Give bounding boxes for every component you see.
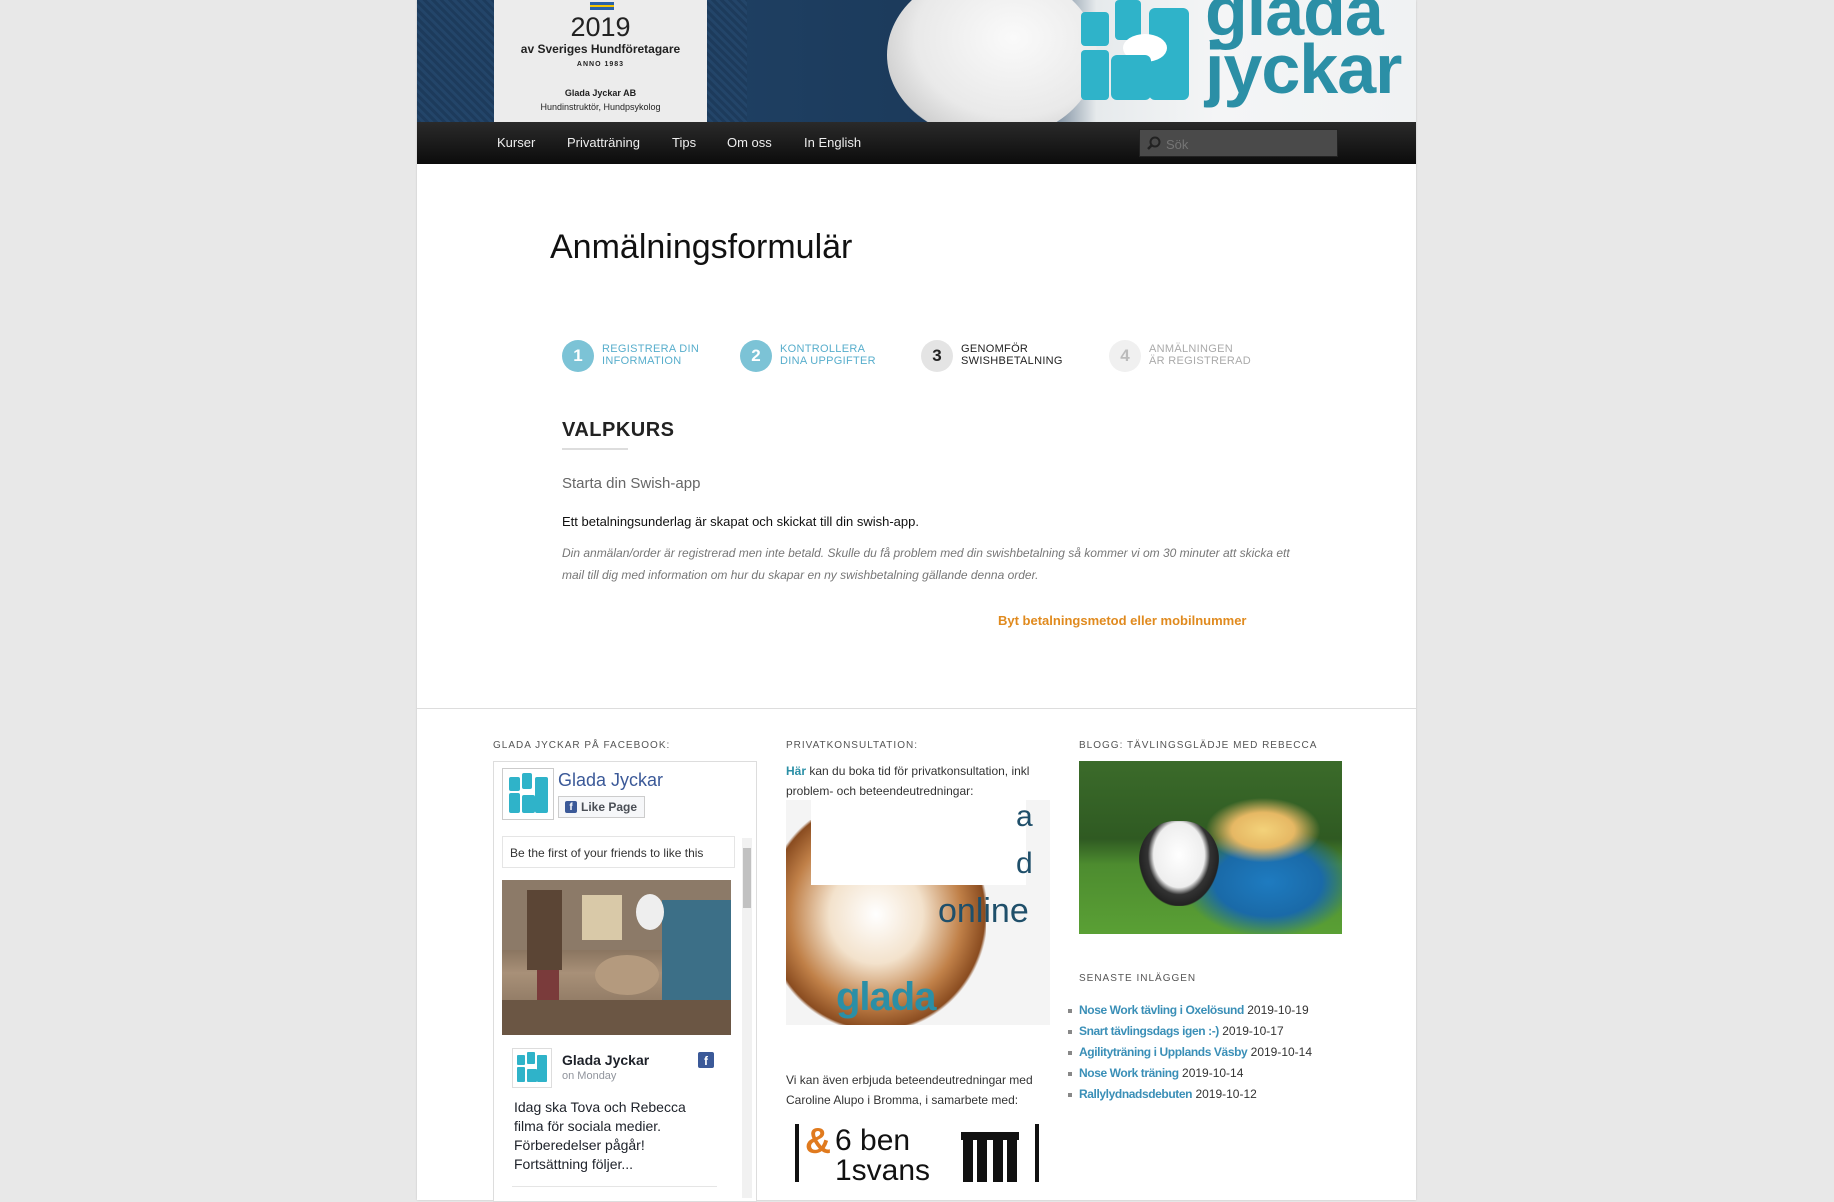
site-logo[interactable]: glada jyckar — [1075, 0, 1405, 122]
post-photo-image — [502, 880, 731, 1035]
post-text: Idag ska Tova och Rebecca filma för soci… — [514, 1099, 686, 1172]
private-widget-title: PRIVATKONSULTATION: — [786, 740, 918, 751]
nav-item-om-oss[interactable]: Om oss — [727, 135, 772, 150]
list-item: Nose Work träning 2019-10-14 — [1067, 1063, 1312, 1084]
step-number: 1 — [562, 340, 594, 372]
post-divider — [512, 1186, 717, 1187]
step-number: 4 — [1109, 340, 1141, 372]
step-label: REGISTRERA DIN INFORMATION — [602, 343, 700, 367]
post-time[interactable]: on Monday — [562, 1070, 616, 1082]
award-subtitle: Hundinstruktör, Hundpsykolog — [540, 102, 661, 112]
search-input[interactable] — [1164, 134, 1338, 154]
award-badge: 2019 av Sveriges Hundföretagare ANNO 198… — [494, 0, 707, 122]
recent-posts-list: Nose Work tävling i Oxelösund 2019-10-19… — [1067, 1000, 1313, 1105]
nav-item-tips[interactable]: Tips — [672, 135, 696, 150]
award-year: 2019 — [570, 12, 631, 42]
award-anno: ANNO 1983 — [576, 61, 625, 68]
svg-text:1svans: 1svans — [835, 1154, 930, 1187]
post-author[interactable]: Glada Jyckar — [562, 1052, 649, 1068]
nav-item-privattraning[interactable]: Privatträning — [567, 135, 640, 150]
facebook-page-name[interactable]: Glada Jyckar — [558, 770, 663, 791]
consultation-ad[interactable]: a d online glada jyckar — [786, 800, 1050, 1025]
step-number: 2 — [740, 340, 772, 372]
facebook-widget: Glada Jyckar Like Page Be the first of y… — [493, 761, 757, 1202]
divider — [417, 708, 1416, 709]
list-item: Snart tävlingsdags igen :-) 2019-10-17 — [1067, 1021, 1312, 1042]
recent-post-link[interactable]: Nose Work tävling i Oxelösund — [1079, 1003, 1244, 1017]
post-author-avatar[interactable] — [512, 1048, 552, 1088]
main-nav: Kurser Privatträning Tips Om oss In Engl… — [417, 122, 1416, 164]
page-title: Anmälningsformulär — [550, 228, 853, 266]
scrollbar[interactable] — [742, 838, 752, 1198]
svg-text:&: & — [805, 1120, 831, 1161]
recent-post-date: 2019-10-12 — [1195, 1087, 1257, 1101]
svg-text:6 ben: 6 ben — [835, 1124, 910, 1157]
nav-item-kurser[interactable]: Kurser — [497, 135, 535, 150]
scrollbar-thumb[interactable] — [743, 848, 751, 908]
ad-blank-area — [811, 800, 1026, 885]
search-box[interactable] — [1139, 129, 1338, 157]
search-icon — [1147, 136, 1161, 150]
banner-dog-image — [887, 0, 1097, 122]
blog-widget-title: BLOGG: TÄVLINGSGLÄDJE MED REBECCA — [1079, 740, 1318, 751]
payment-message: Ett betalningsunderlag är skapat och ski… — [562, 514, 919, 529]
list-item: Agilityträning i Upplands Väsby 2019-10-… — [1067, 1042, 1313, 1063]
page-avatar[interactable] — [502, 768, 554, 820]
award-company: Glada Jyckar AB — [564, 88, 637, 98]
recent-post-date: 2019-10-14 — [1182, 1066, 1244, 1080]
recent-posts-title: SENASTE INLÄGGEN — [1079, 973, 1197, 984]
ad-online: online — [938, 892, 1029, 930]
ad-text-2: d — [1016, 847, 1033, 880]
recent-post-link[interactable]: Snart tävlingsdags igen :-) — [1079, 1024, 1219, 1038]
step-label: GENOMFÖR SWISHBETALNING — [961, 343, 1063, 367]
blog-image[interactable] — [1079, 761, 1342, 934]
blog-image-puppy — [1139, 821, 1219, 906]
step-label: ANMÄLNINGEN ÄR REGISTRERAD — [1149, 343, 1251, 367]
step-label: KONTROLLERA DINA UPPGIFTER — [780, 343, 876, 367]
recent-post-date: 2019-10-14 — [1250, 1045, 1313, 1059]
swish-prompt: Starta din Swish-app — [562, 475, 701, 492]
list-item: Nose Work tävling i Oxelösund 2019-10-19 — [1067, 1000, 1312, 1021]
ad-text-1: a — [1016, 800, 1033, 833]
recent-post-date: 2019-10-19 — [1247, 1003, 1309, 1017]
partner-logo[interactable]: & 6 ben 1svans — [791, 1118, 1045, 1190]
recent-post-link[interactable]: Rallylydnadsdebuten — [1079, 1087, 1192, 1101]
swedish-flag-icon — [590, 2, 614, 10]
facebook-icon[interactable]: f — [698, 1052, 714, 1068]
award-org: av Sveriges Hundföretagare — [520, 42, 681, 56]
recent-post-link[interactable]: Agilityträning i Upplands Väsby — [1079, 1045, 1248, 1059]
heading-underline — [562, 448, 628, 450]
logo-mark-icon — [1081, 0, 1189, 100]
recent-post-link[interactable]: Nose Work träning — [1079, 1066, 1179, 1080]
list-item: Rallylydnadsdebuten 2019-10-12 — [1067, 1084, 1312, 1105]
facebook-widget-title: GLADA JYCKAR PÅ FACEBOOK: — [493, 740, 671, 751]
logo-text: glada jyckar — [1205, 0, 1402, 108]
post-photo[interactable] — [502, 880, 731, 1035]
page: 2019 av Sveriges Hundföretagare ANNO 198… — [417, 0, 1416, 1202]
friends-like-text: Be the first of your friends to like thi… — [502, 836, 735, 868]
like-page-button[interactable]: Like Page — [558, 796, 646, 818]
recent-post-date: 2019-10-17 — [1222, 1024, 1284, 1038]
private-intro: Här kan du boka tid för privatkonsultati… — [786, 764, 1030, 798]
payment-note: Din anmälan/order är registrerad men int… — [562, 546, 1290, 582]
collab-text: Vi kan även erbjuda beteendeutredningar … — [786, 1073, 1033, 1107]
step-number: 3 — [921, 340, 953, 372]
course-heading: VALPKURS — [562, 419, 675, 441]
nav-item-in-english[interactable]: In English — [804, 135, 861, 150]
change-payment-link[interactable]: Byt betalningsmetod eller mobilnummer — [998, 613, 1247, 628]
ad-brand: glada jyckar — [836, 975, 947, 1025]
header-banner: 2019 av Sveriges Hundföretagare ANNO 198… — [417, 0, 1416, 122]
booking-link[interactable]: Här — [786, 764, 806, 778]
